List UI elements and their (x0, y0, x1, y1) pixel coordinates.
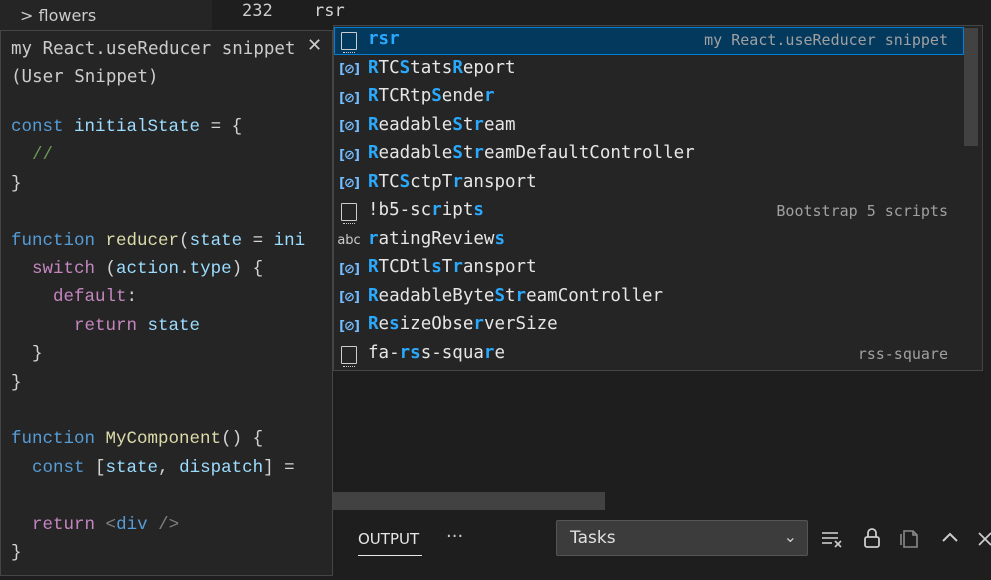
output-channel-select[interactable]: Tasks ⌄ (556, 520, 808, 556)
suggestion-label: ReadableByteStreamController (368, 285, 664, 306)
close-panel-icon[interactable] (974, 524, 991, 552)
suggestion-label: RTCStatsReport (368, 57, 516, 78)
suggestion-item[interactable]: [⊘] RTCStatsReport (334, 56, 964, 84)
lock-icon[interactable] (860, 524, 884, 552)
suggestion-detail: Bootstrap 5 scripts (776, 202, 948, 220)
suggestion-item[interactable]: [⊘] ResizeObserverSize (334, 312, 964, 340)
snippet-detail-title: my React.useReducer snippet (User Snippe… (11, 39, 296, 87)
suggestion-detail: my React.useReducer snippet (704, 31, 948, 49)
suggestion-item[interactable]: [⊘] ReadableStreamDefaultController (334, 141, 964, 169)
explorer-item-label: flowers (38, 6, 97, 25)
variable-icon: [⊘] (339, 261, 360, 277)
suggestion-item[interactable]: !b5-scripts Bootstrap 5 scripts (334, 198, 964, 226)
chevron-down-icon: ⌄ (783, 527, 797, 546)
explorer-item-flowers[interactable]: > flowers (20, 6, 96, 25)
output-channel-value: Tasks (570, 528, 616, 548)
variable-icon: [⊘] (339, 176, 360, 191)
text-icon: abc (337, 233, 361, 248)
variable-icon: [⊘] (339, 147, 360, 163)
variable-icon: [⊘] (339, 119, 360, 134)
snippet-icon (340, 32, 358, 53)
editor-line-text[interactable]: rsr (314, 1, 345, 21)
suggestion-label: fa-rss-square (368, 342, 506, 363)
suggest-widget: rsr my React.useReducer snippet [⊘] RTCStat… (333, 25, 983, 371)
suggest-scrollbar[interactable] (964, 28, 978, 146)
snippet-icon (340, 203, 358, 224)
close-icon[interactable]: ✕ (307, 35, 322, 56)
variable-icon: [⊘] (339, 290, 360, 305)
suggestion-item[interactable]: [⊘] RTCRtpSender (334, 84, 964, 112)
suggestion-item[interactable]: [⊘] ReadableByteStreamController (334, 284, 964, 312)
suggestion-label: ratingReviews (368, 228, 505, 249)
suggestion-detail: rss-square (857, 344, 948, 363)
line-number: 232 (242, 1, 273, 21)
suggestion-label: ReadableStream (368, 114, 516, 135)
active-tab-indicator (358, 555, 422, 556)
variable-icon: [⊘] (339, 318, 360, 334)
chevron-right-icon: > (20, 6, 34, 25)
suggestion-label: RTCSctpTransport (368, 171, 537, 192)
suggestion-label: rsr (368, 29, 400, 49)
suggestion-details-pane: my React.useReducer snippet (User Snippe… (0, 30, 333, 576)
chevron-up-icon[interactable] (938, 524, 962, 552)
suggestion-item[interactable]: [⊘] RTCDtlsTransport (334, 255, 964, 283)
suggestion-item[interactable]: [⊘] RTCSctpTransport (334, 170, 964, 198)
clear-output-icon[interactable] (820, 524, 844, 552)
suggestion-label: !b5-scripts (368, 200, 484, 220)
suggestion-item[interactable]: rsr my React.useReducer snippet (334, 27, 964, 55)
suggestion-item[interactable]: abc ratingReviews (334, 227, 964, 255)
suggestion-label: RTCRtpSender (368, 86, 495, 106)
variable-icon: [⊘] (339, 90, 360, 106)
snippet-icon (340, 345, 358, 367)
tab-output[interactable]: OUTPUT (358, 530, 419, 548)
editor-horizontal-scrollbar[interactable] (333, 492, 605, 510)
suggestion-label: ResizeObserverSize (368, 314, 558, 334)
variable-icon: [⊘] (339, 62, 360, 77)
suggestion-label: RTCDtlsTransport (368, 257, 537, 277)
suggestion-item[interactable]: [⊘] ReadableStream (334, 113, 964, 141)
open-log-icon[interactable] (898, 524, 922, 552)
suggestion-label: ReadableStreamDefaultController (368, 143, 695, 163)
snippet-code-preview: const initialState = { // } function red… (11, 117, 306, 564)
more-actions-icon[interactable]: ··· (446, 526, 463, 547)
suggestion-item[interactable]: fa-rss-square rss-square (334, 341, 964, 369)
